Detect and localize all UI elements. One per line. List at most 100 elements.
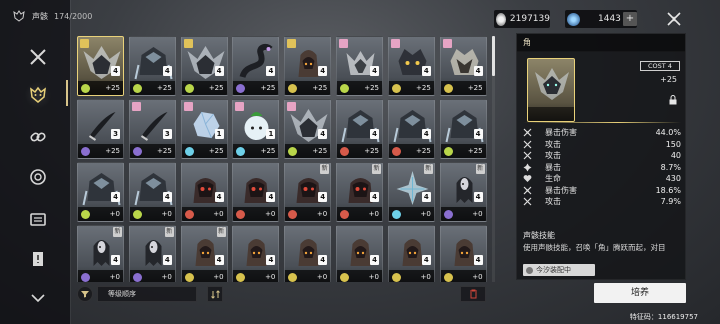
crit-icon <box>523 163 532 172</box>
rarity-badge-icon <box>235 102 245 111</box>
echo-card[interactable]: 4 +0 <box>232 225 280 282</box>
nav-more[interactable] <box>24 286 52 312</box>
echo-card[interactable]: 4 +25 <box>284 36 332 96</box>
filter-button[interactable] <box>77 286 93 302</box>
echo-level: 4 <box>473 255 483 265</box>
echo-card[interactable]: 4 +0 <box>387 225 435 282</box>
rarity-badge-icon <box>183 102 193 111</box>
echo-card[interactable]: 新 4 +0 <box>387 162 435 222</box>
stat-name: 暴击 <box>545 162 561 172</box>
echo-card[interactable]: 4 +25 <box>387 99 435 159</box>
echo-card[interactable]: 4 +0 <box>336 225 383 282</box>
echo-card[interactable]: 4 +0 <box>284 225 332 282</box>
echo-upgrade: +25 <box>364 84 379 92</box>
echo-card[interactable]: 4 +25 <box>336 36 383 96</box>
rarity-badge-icon <box>183 39 193 48</box>
card-footer: +0 <box>78 207 123 221</box>
echo-upgrade: +25 <box>105 84 120 92</box>
element-icon <box>288 272 298 282</box>
crit-damage-icon <box>523 128 532 137</box>
echo-card[interactable]: 3 +25 <box>128 99 176 159</box>
document-icon <box>33 252 43 266</box>
echo-card[interactable]: 3 +25 <box>77 99 124 159</box>
equipped-label: 今汐装配中 <box>536 266 571 274</box>
echo-card[interactable]: 4 +25 <box>284 99 332 159</box>
stat-row: 生命 430 <box>523 173 681 185</box>
stat-value: 8.7% <box>660 162 681 172</box>
echo-upgrade: +0 <box>109 273 120 281</box>
element-icon <box>288 209 298 219</box>
rarity-badge-icon <box>390 39 400 48</box>
nav-echo[interactable] <box>24 82 52 108</box>
sort-dropdown[interactable]: 等级顺序 <box>97 286 197 302</box>
lock-icon[interactable] <box>667 94 679 106</box>
echo-level: 4 <box>214 255 224 265</box>
echo-card[interactable]: 新 4 +0 <box>284 162 332 222</box>
echo-card[interactable]: 新 4 +0 <box>336 162 383 222</box>
card-footer: +0 <box>388 270 434 282</box>
demon-mask-icon <box>30 86 46 103</box>
grid-scrollbar-thumb[interactable] <box>492 36 495 76</box>
card-footer: +0 <box>181 270 227 282</box>
nav-weapon[interactable] <box>24 44 52 70</box>
train-button[interactable]: 培养 <box>594 283 686 303</box>
echo-card[interactable]: 新 4 +0 <box>77 225 124 282</box>
add-premium-button[interactable]: + <box>623 12 637 26</box>
echo-card[interactable]: 4 +0 <box>232 162 280 222</box>
new-badge: 新 <box>113 227 122 237</box>
echo-card[interactable]: 1 +25 <box>232 99 280 159</box>
element-icon <box>340 83 349 93</box>
close-button[interactable] <box>664 10 684 28</box>
echo-card[interactable]: 1 +25 <box>180 99 228 159</box>
echo-card[interactable]: 4 +0 <box>77 162 124 222</box>
echo-card[interactable]: 4 +25 <box>439 36 487 96</box>
equipped-tag: 今汐装配中 <box>523 264 595 276</box>
echo-upgrade: +25 <box>364 147 379 155</box>
funnel-icon <box>81 291 89 298</box>
echo-card[interactable]: 4 +25 <box>232 36 280 96</box>
element-icon <box>391 272 401 282</box>
echo-detail-panel: 角 COST 4 +25 暴击伤害 44.0% 攻击 150 攻击 40 暴击 8.7% 生命 4… <box>516 33 686 280</box>
nav-quest[interactable] <box>24 246 52 272</box>
echo-card[interactable]: 新 4 +0 <box>128 225 176 282</box>
new-badge: 新 <box>320 164 330 174</box>
echo-card[interactable]: 4 +25 <box>128 36 176 96</box>
echo-upgrade: +25 <box>467 147 483 155</box>
element-icon <box>81 83 90 93</box>
echo-card[interactable]: 4 +0 <box>439 225 487 282</box>
nav-material[interactable] <box>24 164 52 190</box>
stat-name: 暴击伤害 <box>545 128 577 138</box>
nav-chain[interactable] <box>24 124 52 150</box>
echo-level: 4 <box>370 129 379 139</box>
echo-card[interactable]: 4 +25 <box>387 36 435 96</box>
echo-level: 1 <box>214 129 224 139</box>
echo-level: 4 <box>421 255 431 265</box>
echo-level: 4 <box>111 255 120 265</box>
card-footer: +0 <box>78 270 123 282</box>
card-footer: +25 <box>440 81 486 95</box>
echo-card[interactable]: 4 +0 <box>128 162 176 222</box>
nav-consumable[interactable] <box>24 206 52 232</box>
echo-card[interactable]: 4 +25 <box>180 36 228 96</box>
element-icon <box>184 83 194 93</box>
stat-name: 攻击 <box>545 197 561 207</box>
echo-card[interactable]: 4 +0 <box>180 162 228 222</box>
echo-upgrade: +25 <box>208 147 224 155</box>
sort-order-toggle[interactable] <box>207 286 223 302</box>
echo-level: 4 <box>162 255 172 265</box>
echo-card[interactable]: 4 +25 <box>336 99 383 159</box>
echo-card[interactable]: 4 +25 <box>439 99 487 159</box>
element-icon <box>443 272 453 282</box>
element-icon <box>184 209 194 219</box>
close-icon <box>667 12 681 26</box>
new-badge: 新 <box>372 164 381 174</box>
detail-upgrade-level: +25 <box>660 75 677 84</box>
echo-level: 4 <box>214 66 224 76</box>
echo-upgrade: +25 <box>157 147 172 155</box>
skill-title: 声骸技能 <box>523 231 555 240</box>
echo-card[interactable]: 新 4 +0 <box>180 225 228 282</box>
trash-icon <box>469 289 477 299</box>
discard-button[interactable] <box>460 286 486 302</box>
echo-card[interactable]: 新 4 +0 <box>439 162 487 222</box>
echo-card[interactable]: 4 +25 <box>77 36 124 96</box>
